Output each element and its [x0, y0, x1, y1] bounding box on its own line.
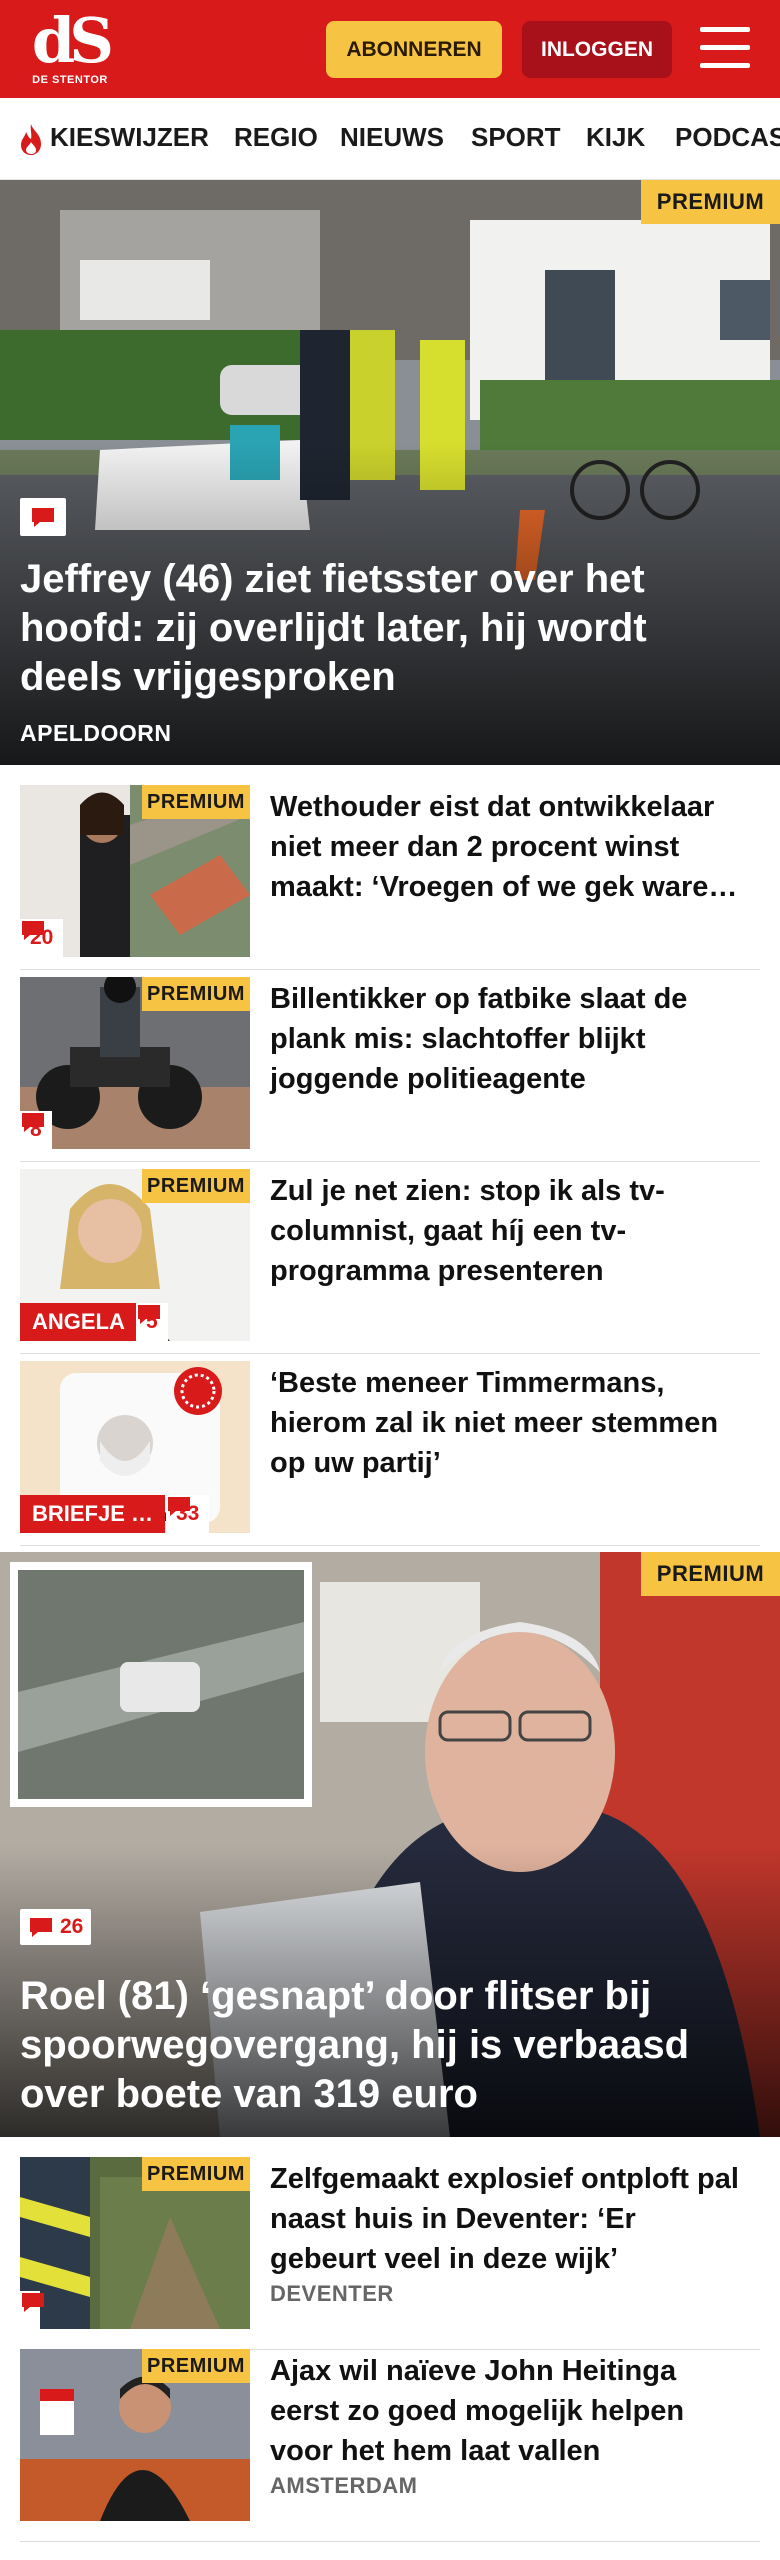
flame-icon [21, 124, 41, 155]
premium-badge: PREMIUM [641, 1552, 780, 1596]
article-thumbnail: PREMIUM [20, 2157, 250, 2329]
site-header: dS DE STENTOR ABONNEREN INLOGGEN [0, 0, 780, 98]
comment-badge[interactable] [20, 498, 66, 536]
premium-badge: PREMIUM [641, 180, 780, 224]
article-title[interactable]: ‘Beste meneer Timmermans, hierom zal ik … [270, 1363, 750, 1483]
list-item[interactable]: PREMIUM 20 Wethouder eist dat ontwikkela… [20, 785, 760, 970]
comment-badge[interactable]: 33 [166, 1495, 210, 1533]
article-title[interactable]: Ajax wil naïeve John Heitinga eerst zo g… [270, 2351, 750, 2471]
list-item[interactable]: PREMIUM ANGELA 5 Zul je net zien: stop i… [20, 1169, 760, 1354]
premium-badge: PREMIUM [142, 1169, 250, 1203]
article-title[interactable]: Zelfgemaakt explosief ontploft pal naast… [270, 2159, 750, 2279]
list-item[interactable]: PREMIUM Ajax wil naïeve John Heitinga ee… [20, 2349, 760, 2542]
comment-badge[interactable]: 26 [20, 1909, 92, 1945]
list-item[interactable]: PREMIUM 8 Billentikker op fatbike slaat … [20, 977, 760, 1162]
main-nav: KIESWIJZER REGIO NIEUWS SPORT KIJK PODCA… [0, 98, 780, 180]
comment-icon [22, 1113, 44, 1132]
article-thumbnail: BRIEFJE … 33 [20, 1361, 250, 1533]
comment-icon [168, 1497, 190, 1516]
article-thumbnail: PREMIUM 8 [20, 977, 250, 1149]
hero-title[interactable]: Roel (81) ‘gesnapt’ door flitser bij spo… [20, 1972, 740, 2119]
premium-badge: PREMIUM [142, 977, 250, 1011]
list-item[interactable]: PREMIUM Zelfgemaakt explosief ontploft p… [20, 2157, 760, 2350]
nav-item-sport[interactable]: SPORT [471, 122, 561, 153]
comment-icon [32, 508, 54, 527]
comment-badge[interactable] [20, 2291, 44, 2329]
logo-subtitle: DE STENTOR [32, 74, 108, 86]
premium-badge: PREMIUM [142, 785, 250, 819]
hero-article[interactable]: PREMIUM Jeffrey (46) ziet fietsster over… [0, 180, 780, 765]
list-item[interactable]: BRIEFJE … 33 ‘Beste meneer Timmermans, h… [20, 1361, 760, 1546]
hero-title[interactable]: Jeffrey (46) ziet fietsster over het hoo… [20, 555, 740, 702]
subscribe-button[interactable]: ABONNEREN [326, 21, 502, 78]
comment-icon [22, 921, 44, 940]
nav-item-kieswijzer[interactable]: KIESWIJZER [50, 122, 209, 153]
comment-icon [138, 1305, 160, 1324]
site-logo[interactable]: dS DE STENTOR [28, 4, 114, 90]
comment-badge[interactable]: 20 [20, 919, 64, 957]
article-title[interactable]: Billentikker op fatbike slaat de plank m… [270, 979, 750, 1099]
category-tag[interactable]: ANGELA [20, 1303, 137, 1341]
menu-icon[interactable] [700, 25, 752, 71]
hero-article[interactable]: PREMIUM 26 Roel (81) ‘gesnapt’ door flit… [0, 1552, 780, 2137]
article-thumbnail: PREMIUM 20 [20, 785, 250, 957]
comment-icon [30, 1918, 52, 1937]
comment-badge[interactable]: 5 [136, 1303, 168, 1341]
comment-icon [22, 2293, 44, 2312]
comment-count: 26 [60, 1915, 84, 1938]
article-location: DEVENTER [270, 2281, 394, 2306]
article-thumbnail: PREMIUM [20, 2349, 250, 2521]
article-title[interactable]: Zul je net zien: stop ik als tv-columnis… [270, 1171, 750, 1291]
premium-badge: PREMIUM [142, 2349, 250, 2383]
premium-badge: PREMIUM [142, 2157, 250, 2191]
logo-mark: dS [31, 4, 114, 77]
nav-item-regio[interactable]: REGIO [234, 122, 318, 153]
comment-badge[interactable]: 8 [20, 1111, 52, 1149]
article-location: AMSTERDAM [270, 2473, 418, 2498]
nav-item-podcast[interactable]: PODCAST [675, 122, 780, 153]
article-title[interactable]: Wethouder eist dat ontwikkelaar niet mee… [270, 787, 750, 907]
nav-item-nieuws[interactable]: NIEUWS [340, 122, 444, 153]
nav-item-kijk[interactable]: KIJK [586, 122, 645, 153]
article-thumbnail: PREMIUM ANGELA 5 [20, 1169, 250, 1341]
hero-location: APELDOORN [20, 720, 172, 746]
login-button[interactable]: INLOGGEN [522, 21, 672, 78]
category-tag[interactable]: BRIEFJE … [20, 1495, 166, 1533]
